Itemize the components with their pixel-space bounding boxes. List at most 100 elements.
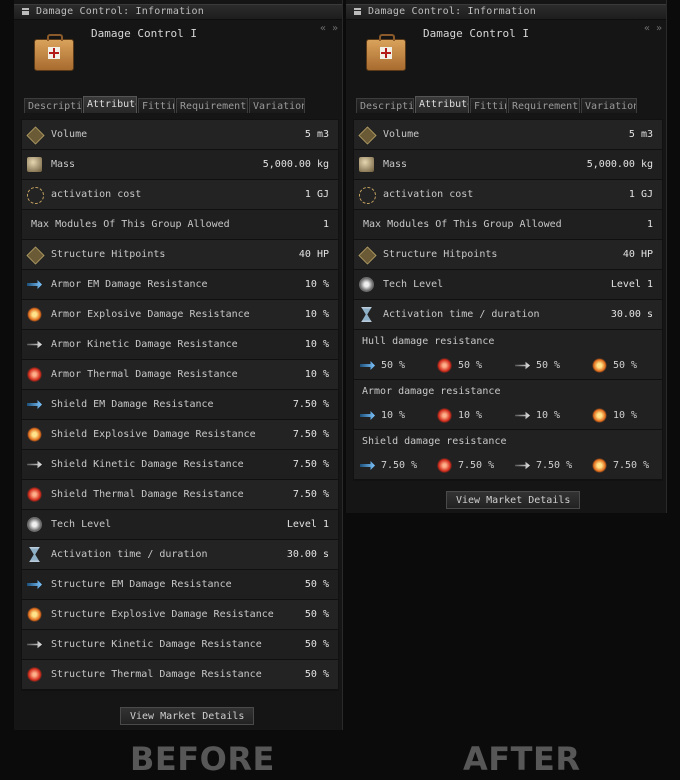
attribute-row: Tech Level Level 1 xyxy=(22,510,338,540)
attribute-value: Level 1 xyxy=(610,279,653,290)
tab-variations[interactable]: Variations xyxy=(249,98,305,113)
resistance-item: 10 % xyxy=(357,408,432,424)
resistance-item: 10 % xyxy=(512,408,587,424)
volume-icon xyxy=(358,126,377,145)
view-market-details-button[interactable]: View Market Details xyxy=(446,491,581,509)
attribute-label: Volume xyxy=(383,129,420,140)
resistance-value: 10 % xyxy=(458,410,483,421)
resistance-value: 7.50 % xyxy=(381,460,418,471)
attribute-value: 30.00 s xyxy=(286,549,329,560)
tab-attributes[interactable]: Attributes xyxy=(415,96,469,113)
attribute-value: 30.00 s xyxy=(610,309,653,320)
window-titlebar[interactable]: Damage Control: Information xyxy=(14,4,342,20)
attribute-row: Armor EM Damage Resistance 10 % xyxy=(22,270,338,300)
menu-icon[interactable] xyxy=(22,8,29,15)
resistance-item: 7.50 % xyxy=(512,458,587,474)
attribute-row: Mass 5,000.00 kg xyxy=(354,150,662,180)
resistance-item: 10 % xyxy=(589,408,664,424)
medkit-icon xyxy=(34,34,74,71)
back-arrow-icon[interactable]: « xyxy=(320,23,326,34)
tab-requirements[interactable]: Requirements xyxy=(176,98,248,113)
resistance-item: 7.50 % xyxy=(589,458,664,474)
resistance-value: 50 % xyxy=(458,360,483,371)
attribute-label: Structure Thermal Damage Resistance xyxy=(51,669,262,680)
back-arrow-icon[interactable]: « xyxy=(644,23,650,34)
resistance-item: 50 % xyxy=(512,358,587,374)
structure-icon xyxy=(26,246,45,265)
attribute-value: 7.50 % xyxy=(292,429,329,440)
attribute-row: activation cost 1 GJ xyxy=(354,180,662,210)
hourglass-icon xyxy=(361,307,372,322)
forward-arrow-icon[interactable]: » xyxy=(656,23,662,34)
thermal-icon xyxy=(437,458,452,473)
attribute-list: Volume 5 m3 Mass 5,000.00 kg activation cost… xyxy=(353,119,663,481)
tab-attributes[interactable]: Attributes xyxy=(83,96,137,113)
attribute-label: Shield Kinetic Damage Resistance xyxy=(51,459,244,470)
attribute-row: Shield Explosive Damage Resistance 7.50 % xyxy=(22,420,338,450)
attribute-row: Structure Hitpoints 40 HP xyxy=(22,240,338,270)
attribute-label: activation cost xyxy=(51,189,142,200)
attribute-value: Level 1 xyxy=(286,519,329,530)
menu-icon[interactable] xyxy=(354,8,361,15)
kinetic-icon xyxy=(27,460,42,469)
attribute-value: 1 xyxy=(322,219,329,230)
resistance-value: 50 % xyxy=(613,360,638,371)
capacitor-icon xyxy=(359,187,376,204)
em-icon xyxy=(360,361,375,370)
attribute-label: Mass xyxy=(383,159,408,170)
tab-description[interactable]: Description xyxy=(356,98,414,113)
hourglass-icon xyxy=(29,547,40,562)
attribute-row: activation cost 1 GJ xyxy=(22,180,338,210)
attribute-label: Structure Kinetic Damage Resistance xyxy=(51,639,262,650)
tab-fitting[interactable]: Fitting xyxy=(470,98,507,113)
attribute-label: Max Modules Of This Group Allowed xyxy=(31,219,230,230)
attribute-row: Max Modules Of This Group Allowed 1 xyxy=(22,210,338,240)
view-market-details-button[interactable]: View Market Details xyxy=(120,707,255,725)
em-icon xyxy=(27,400,42,409)
attribute-row: Armor Thermal Damage Resistance 10 % xyxy=(22,360,338,390)
resistance-item: 7.50 % xyxy=(357,458,432,474)
window-titlebar[interactable]: Damage Control: Information xyxy=(346,4,666,20)
attribute-value: 50 % xyxy=(304,609,329,620)
thermal-icon xyxy=(27,667,42,682)
attribute-value: 10 % xyxy=(304,339,329,350)
attribute-label: Activation time / duration xyxy=(383,309,540,320)
attribute-label: activation cost xyxy=(383,189,474,200)
attribute-label: Shield Explosive Damage Resistance xyxy=(51,429,256,440)
resistance-value: 7.50 % xyxy=(613,460,650,471)
explosive-icon xyxy=(27,427,42,442)
attribute-row: Structure Thermal Damage Resistance 50 % xyxy=(22,660,338,690)
resistance-value: 50 % xyxy=(536,360,561,371)
attribute-label: Armor Thermal Damage Resistance xyxy=(51,369,238,380)
attribute-value: 5,000.00 kg xyxy=(586,159,653,170)
resistance-value: 50 % xyxy=(381,360,406,371)
attribute-value: 10 % xyxy=(304,309,329,320)
attribute-label: Structure EM Damage Resistance xyxy=(51,579,232,590)
attribute-value: 5 m3 xyxy=(628,129,653,140)
kinetic-icon xyxy=(515,411,530,420)
item-header: Damage Control I « » xyxy=(346,20,666,98)
attribute-value: 7.50 % xyxy=(292,489,329,500)
attribute-list: Volume 5 m3 Mass 5,000.00 kg activation cost… xyxy=(21,119,339,691)
after-info-window: Damage Control: Information Damage Contr… xyxy=(346,0,667,513)
tab-bar: DescriptionAttributesFittingRequirements… xyxy=(24,96,334,114)
tab-variations[interactable]: Variations xyxy=(581,98,637,113)
attribute-row: Max Modules Of This Group Allowed 1 xyxy=(354,210,662,240)
attribute-row: Structure Kinetic Damage Resistance 50 % xyxy=(22,630,338,660)
attribute-row: Armor Explosive Damage Resistance 10 % xyxy=(22,300,338,330)
attribute-value: 1 GJ xyxy=(628,189,653,200)
resistance-item: 50 % xyxy=(434,358,509,374)
item-name: Damage Control I xyxy=(91,27,197,40)
tab-requirements[interactable]: Requirements xyxy=(508,98,580,113)
forward-arrow-icon[interactable]: » xyxy=(332,23,338,34)
attribute-row: Structure Hitpoints 40 HP xyxy=(354,240,662,270)
attribute-value: 7.50 % xyxy=(292,399,329,410)
attribute-value: 1 GJ xyxy=(304,189,329,200)
explosive-icon xyxy=(27,307,42,322)
tab-description[interactable]: Description xyxy=(24,98,82,113)
attribute-value: 40 HP xyxy=(298,249,329,260)
kinetic-icon xyxy=(515,361,530,370)
attribute-value: 40 HP xyxy=(622,249,653,260)
tab-fitting[interactable]: Fitting xyxy=(138,98,175,113)
medkit-icon xyxy=(366,34,406,71)
